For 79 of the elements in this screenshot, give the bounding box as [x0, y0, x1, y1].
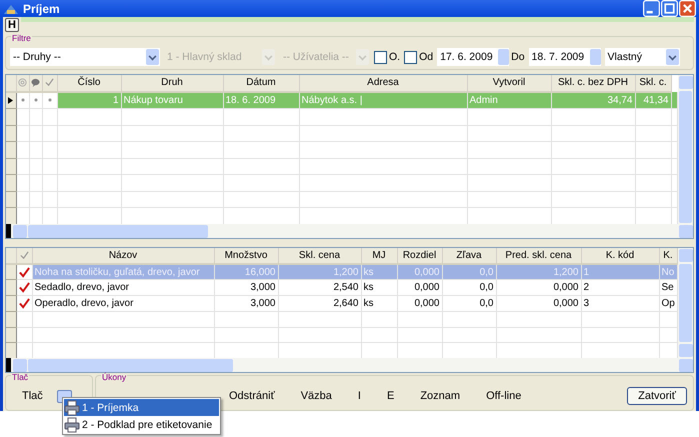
from-date-field[interactable]: 17. 6. 2009 — [437, 48, 510, 66]
print-button[interactable]: Tlač — [22, 390, 43, 402]
table-cell: Sedadlo, drevo, javor — [32, 280, 214, 296]
column-header[interactable] — [29, 75, 42, 92]
column-header[interactable]: Adresa — [299, 75, 467, 92]
table-cell: ks — [361, 280, 397, 296]
column-header[interactable]: Zľava — [442, 248, 496, 264]
group-title: Filtre — [11, 34, 32, 43]
horizontal-scrollbar[interactable] — [6, 358, 678, 372]
table-cell: 0,000 — [496, 296, 581, 312]
table-cell: ks — [361, 296, 397, 312]
menu-item[interactable]: 2 - Podklad pre etiketovanie — [64, 416, 219, 433]
column-header[interactable]: Číslo — [57, 75, 121, 92]
table-cell: 3,000 — [214, 296, 278, 312]
vertical-scrollbar[interactable] — [678, 75, 693, 238]
table-cell: 0,000 — [397, 280, 442, 296]
table-cell: 0,0 — [442, 280, 496, 296]
toolbar-button[interactable]: Zoznam — [407, 390, 474, 402]
speech-bubble-icon — [31, 78, 40, 88]
check-icon — [20, 250, 28, 260]
dot-icon — [34, 98, 38, 102]
column-header[interactable]: K. — [659, 248, 677, 264]
group-title: Úkony — [101, 373, 128, 382]
dot-icon — [48, 98, 52, 102]
dot-icon — [20, 98, 24, 102]
toolbar-button[interactable]: Off-line — [473, 390, 534, 402]
column-header[interactable]: Druh — [121, 75, 223, 92]
table-cell: 0,000 — [496, 280, 581, 296]
column-header[interactable]: Dátum — [223, 75, 299, 92]
column-header[interactable] — [16, 75, 29, 92]
type-combo[interactable]: -- Druhy -- — [10, 48, 160, 66]
table-cell: 3 — [581, 296, 659, 312]
horizontal-scrollbar[interactable] — [6, 224, 678, 238]
menu-item[interactable]: 1 - Príjemka — [64, 399, 219, 416]
column-header[interactable]: K. kód — [581, 248, 659, 264]
toolbar-button[interactable]: Odstrániť — [216, 390, 288, 402]
column-header[interactable]: Skl. cena — [278, 248, 361, 264]
check-icon — [18, 298, 30, 309]
table-cell: Operadlo, drevo, javor — [32, 296, 214, 312]
table-cell: 0,000 — [397, 296, 442, 312]
row-pointer-icon — [8, 96, 14, 104]
check-icon — [18, 282, 30, 294]
group-title: Tlač — [11, 373, 30, 382]
column-header[interactable]: Pred. skl. cena — [496, 248, 581, 264]
column-header[interactable]: Množstvo — [214, 248, 278, 264]
table-cell: 0,0 — [442, 296, 496, 312]
column-header[interactable] — [16, 248, 32, 264]
menu-button[interactable]: H — [5, 18, 19, 32]
check-cell[interactable] — [16, 280, 32, 296]
from-checkbox[interactable]: Od — [404, 50, 434, 64]
column-header[interactable] — [42, 75, 57, 92]
check-icon — [45, 78, 54, 88]
table-cell: Op — [659, 296, 677, 312]
table-cell: Se — [659, 280, 677, 296]
close-button[interactable]: Zatvoriť — [627, 387, 687, 405]
column-header[interactable]: Rozdiel — [397, 248, 442, 264]
toolbar-button[interactable]: E — [374, 390, 408, 402]
column-header[interactable]: Skl. c. bez DPH — [551, 75, 635, 92]
table-cell: 3,000 — [214, 280, 278, 296]
table-cell: 2,640 — [278, 296, 361, 312]
column-header[interactable]: Vytvoril — [467, 75, 551, 92]
to-label: Do — [511, 51, 525, 63]
check-icon — [18, 266, 30, 278]
table-cell: 2 — [581, 280, 659, 296]
to-date-field[interactable]: 18. 7. 2009 — [528, 48, 601, 66]
maximize-icon[interactable] — [661, 0, 678, 17]
close-icon[interactable] — [679, 0, 696, 17]
vertical-scrollbar[interactable] — [678, 248, 693, 372]
o-checkbox[interactable]: O. — [374, 50, 400, 64]
minimize-icon[interactable] — [643, 0, 660, 17]
toolbar-button[interactable]: I — [344, 390, 374, 402]
toolbar-button[interactable]: Väzba — [288, 390, 345, 402]
check-cell[interactable] — [16, 296, 32, 312]
period-combo[interactable]: Vlastný — [604, 48, 680, 66]
window-title: Príjem — [23, 2, 61, 16]
column-header[interactable]: Názov — [32, 248, 214, 264]
column-header[interactable]: MJ — [361, 248, 397, 264]
column-header[interactable]: Skl. c. — [635, 75, 671, 92]
table-cell: 2,540 — [278, 280, 361, 296]
